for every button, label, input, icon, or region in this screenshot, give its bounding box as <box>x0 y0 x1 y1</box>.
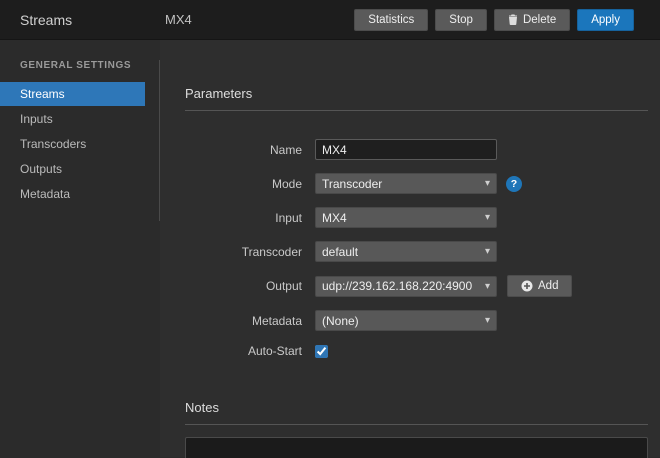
input-label: Input <box>185 211 315 225</box>
name-input[interactable] <box>315 139 497 160</box>
form-row-mode: Mode Transcoder ▾ ? <box>185 173 648 194</box>
notes-divider <box>185 424 648 425</box>
add-output-button-label: Add <box>538 280 558 292</box>
transcoder-select-value: default <box>322 245 481 259</box>
delete-button[interactable]: Delete <box>494 9 570 31</box>
sidebar-inner: GENERAL SETTINGS Streams Inputs Transcod… <box>0 60 160 221</box>
transcoder-select[interactable]: default ▾ <box>315 241 497 262</box>
input-select-value: MX4 <box>322 211 481 225</box>
transcoder-label: Transcoder <box>185 245 315 259</box>
chevron-down-icon: ▾ <box>485 212 490 223</box>
metadata-select-value: (None) <box>322 314 481 328</box>
parameters-divider <box>185 110 648 111</box>
trash-icon <box>508 14 518 25</box>
output-label: Output <box>185 279 315 293</box>
notes-section: Notes <box>185 400 648 458</box>
form-row-output: Output udp://239.162.168.220:4900 ▾ Add <box>185 275 648 297</box>
notes-section-title: Notes <box>185 400 648 415</box>
sidebar-item-transcoders[interactable]: Transcoders <box>0 132 145 156</box>
content-area: GENERAL SETTINGS Streams Inputs Transcod… <box>0 40 660 457</box>
parameters-section-title: Parameters <box>185 86 648 101</box>
notes-textarea[interactable] <box>185 437 648 458</box>
metadata-label: Metadata <box>185 314 315 328</box>
top-bar: Streams MX4 Statistics Stop Delete Apply <box>0 0 660 40</box>
main-panel: Parameters Name Mode Transcoder ▾ ? Inpu… <box>160 40 660 457</box>
chevron-down-icon: ▾ <box>485 178 490 189</box>
input-select[interactable]: MX4 ▾ <box>315 207 497 228</box>
sidebar: GENERAL SETTINGS Streams Inputs Transcod… <box>0 40 160 457</box>
parameters-form: Name Mode Transcoder ▾ ? Input MX4 ▾ T <box>185 139 648 358</box>
chevron-down-icon: ▾ <box>485 281 490 292</box>
apply-button[interactable]: Apply <box>577 9 634 31</box>
output-select-value: udp://239.162.168.220:4900 <box>322 279 481 293</box>
help-icon[interactable]: ? <box>506 176 522 192</box>
chevron-down-icon: ▾ <box>485 315 490 326</box>
form-row-name: Name <box>185 139 648 160</box>
sidebar-item-inputs[interactable]: Inputs <box>0 107 145 131</box>
sidebar-item-outputs[interactable]: Outputs <box>0 157 145 181</box>
mode-select-value: Transcoder <box>322 177 481 191</box>
stream-name: MX4 <box>165 12 347 27</box>
add-output-button[interactable]: Add <box>507 275 572 297</box>
auto-start-checkbox[interactable] <box>315 345 328 358</box>
mode-select[interactable]: Transcoder ▾ <box>315 173 497 194</box>
stop-button[interactable]: Stop <box>435 9 487 31</box>
plus-icon <box>521 280 533 292</box>
form-row-input: Input MX4 ▾ <box>185 207 648 228</box>
auto-start-label: Auto-Start <box>185 344 315 358</box>
form-row-transcoder: Transcoder default ▾ <box>185 241 648 262</box>
sidebar-item-streams[interactable]: Streams <box>0 82 145 106</box>
sidebar-item-metadata[interactable]: Metadata <box>0 182 145 206</box>
form-row-auto-start: Auto-Start <box>185 344 648 358</box>
delete-button-label: Delete <box>523 14 556 26</box>
page-title: Streams <box>20 12 165 28</box>
sidebar-section-title: GENERAL SETTINGS <box>0 60 159 81</box>
metadata-select[interactable]: (None) ▾ <box>315 310 497 331</box>
mode-label: Mode <box>185 177 315 191</box>
chevron-down-icon: ▾ <box>485 246 490 257</box>
form-row-metadata: Metadata (None) ▾ <box>185 310 648 331</box>
output-select[interactable]: udp://239.162.168.220:4900 ▾ <box>315 276 497 297</box>
name-label: Name <box>185 143 315 157</box>
statistics-button[interactable]: Statistics <box>354 9 428 31</box>
